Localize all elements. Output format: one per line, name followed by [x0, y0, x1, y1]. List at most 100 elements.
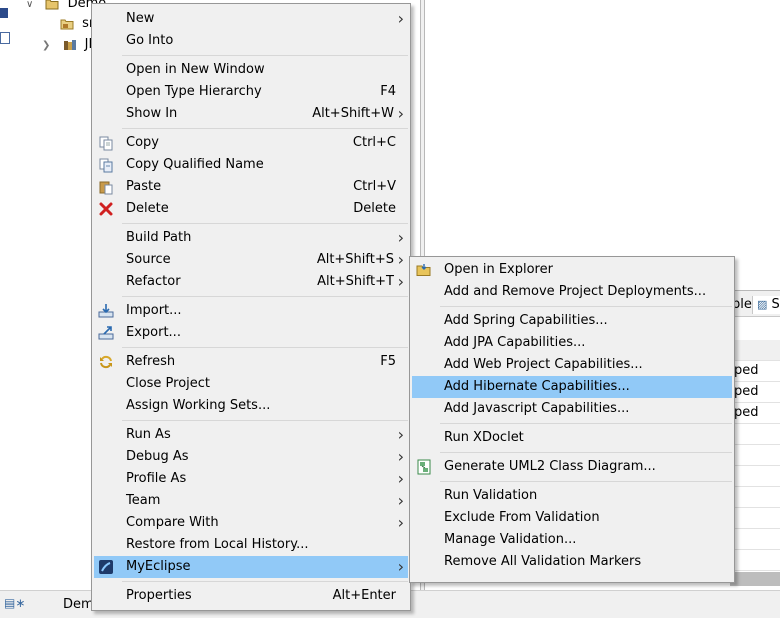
editor-area [424, 0, 780, 291]
table-row[interactable] [730, 424, 780, 445]
menu-item-myeclipse[interactable]: MyEclipse › [94, 556, 408, 578]
menu-item-label: Add JPA Capabilities... [444, 335, 586, 350]
menu-item-shortcut: Delete [353, 201, 396, 216]
menu-item-show-in[interactable]: Show In Alt+Shift+W › [94, 103, 408, 125]
chevron-right-icon: › [397, 228, 404, 247]
menu-item-copy-qualified-name[interactable]: Copy Qualified Name [94, 154, 408, 176]
menu-separator [122, 55, 408, 56]
menu-item-properties[interactable]: Properties Alt+Enter [94, 585, 408, 607]
page-icon[interactable] [0, 32, 10, 44]
menu-item-label: Properties [126, 588, 192, 603]
status-text: Dem [63, 597, 94, 612]
menu-item-label: Add Javascript Capabilities... [444, 401, 630, 416]
tab-s[interactable]: ▨ S [752, 296, 780, 314]
tree-item-jre[interactable]: ❯ JF [42, 37, 96, 54]
status-icon: ▤∗ [4, 596, 26, 610]
menu-item-add-javascript-capabilities[interactable]: Add Javascript Capabilities... [412, 398, 732, 420]
menu-separator [440, 423, 732, 424]
menu-item-assign-working-sets[interactable]: Assign Working Sets... [94, 395, 408, 417]
menu-item-new[interactable]: New › [94, 8, 408, 30]
menu-item-label: Profile As [126, 471, 187, 486]
table-row[interactable] [730, 508, 780, 529]
menu-item-generate-uml2-class-diagram[interactable]: Generate UML2 Class Diagram... [412, 456, 732, 478]
menu-item-shortcut: Alt+Shift+T [317, 274, 394, 289]
menu-item-run-validation[interactable]: Run Validation [412, 485, 732, 507]
table-row[interactable] [730, 550, 780, 571]
horizontal-scrollbar[interactable] [730, 572, 780, 586]
menu-item-add-hibernate-capabilities[interactable]: Add Hibernate Capabilities... [412, 376, 732, 398]
menu-item-label: MyEclipse [126, 559, 191, 574]
copy-qualified-name-icon [98, 157, 114, 173]
menu-separator [122, 420, 408, 421]
menu-item-label: Open in New Window [126, 62, 265, 77]
table-row[interactable] [730, 445, 780, 466]
menu-item-label: Run XDoclet [444, 430, 524, 445]
export-icon [98, 325, 114, 341]
menu-item-label: Add Spring Capabilities... [444, 313, 608, 328]
menu-item-label: Refresh [126, 354, 176, 369]
menu-item-open-in-explorer[interactable]: Open in Explorer [412, 259, 732, 281]
menu-item-exclude-from-validation[interactable]: Exclude From Validation [412, 507, 732, 529]
menu-item-copy[interactable]: Copy Ctrl+C [94, 132, 408, 154]
table-row[interactable] [730, 466, 780, 487]
table-row[interactable]: ped [730, 361, 780, 382]
menu-item-build-path[interactable]: Build Path › [94, 227, 408, 249]
menu-item-close-project[interactable]: Close Project [94, 373, 408, 395]
menu-item-source[interactable]: Source Alt+Shift+S › [94, 249, 408, 271]
chevron-right-icon: › [397, 250, 404, 269]
menu-item-team[interactable]: Team › [94, 490, 408, 512]
menu-item-refactor[interactable]: Refactor Alt+Shift+T › [94, 271, 408, 293]
table-row[interactable] [730, 487, 780, 508]
menu-item-label: Run Validation [444, 488, 538, 503]
tree-item-src[interactable]: sr [60, 16, 94, 32]
menu-item-paste[interactable]: Paste Ctrl+V [94, 176, 408, 198]
menu-item-shortcut: F5 [380, 354, 396, 369]
menu-separator [122, 296, 408, 297]
menu-item-remove-all-validation-markers[interactable]: Remove All Validation Markers [412, 551, 732, 573]
table-row[interactable] [730, 529, 780, 550]
menu-item-add-web-project-capabilities[interactable]: Add Web Project Capabilities... [412, 354, 732, 376]
menu-item-open-in-new-window[interactable]: Open in New Window [94, 59, 408, 81]
menu-item-open-type-hierarchy[interactable]: Open Type Hierarchy F4 [94, 81, 408, 103]
left-toolbar-strip [0, 0, 19, 590]
table-row[interactable]: ped [730, 382, 780, 403]
menu-item-label: Import... [126, 303, 182, 318]
menu-item-restore-from-local-history[interactable]: Restore from Local History... [94, 534, 408, 556]
menu-item-label: Open Type Hierarchy [126, 84, 262, 99]
menu-item-export[interactable]: Export... [94, 322, 408, 344]
menu-item-label: Add Hibernate Capabilities... [444, 379, 630, 394]
chevron-right-icon[interactable]: ❯ [42, 40, 50, 51]
library-icon [63, 39, 76, 50]
menu-item-shortcut: Alt+Shift+S [316, 252, 394, 267]
menu-item-import[interactable]: Import... [94, 300, 408, 322]
menu-item-label: Manage Validation... [444, 532, 577, 547]
menu-item-label: Remove All Validation Markers [444, 554, 642, 569]
menu-separator [440, 452, 732, 453]
menu-item-add-and-remove-project-deployments[interactable]: Add and Remove Project Deployments... [412, 281, 732, 303]
source-folder-icon [60, 19, 74, 29]
menu-item-run-xdoclet[interactable]: Run XDoclet [412, 427, 732, 449]
menu-item-add-jpa-capabilities[interactable]: Add JPA Capabilities... [412, 332, 732, 354]
table-row[interactable] [730, 340, 780, 361]
menu-item-label: Paste [126, 179, 162, 194]
table-row[interactable]: ped [730, 403, 780, 424]
menu-item-label: New [126, 11, 155, 26]
menu-item-go-into[interactable]: Go Into [94, 30, 408, 52]
open-folder-icon [416, 262, 432, 278]
menu-item-compare-with[interactable]: Compare With › [94, 512, 408, 534]
tab-s-label: S [771, 297, 780, 312]
menu-item-label: Close Project [126, 376, 211, 391]
menu-item-debug-as[interactable]: Debug As › [94, 446, 408, 468]
menu-separator [122, 347, 408, 348]
menu-item-label: Open in Explorer [444, 262, 553, 277]
menu-item-profile-as[interactable]: Profile As › [94, 468, 408, 490]
menu-item-delete[interactable]: Delete Delete [94, 198, 408, 220]
chevron-down-icon[interactable]: ∨ [26, 0, 33, 10]
menu-item-label: Show In [126, 106, 178, 121]
view-icon[interactable] [0, 8, 8, 18]
status-table: ped ped ped [730, 340, 780, 571]
menu-item-refresh[interactable]: Refresh F5 [94, 351, 408, 373]
menu-item-run-as[interactable]: Run As › [94, 424, 408, 446]
menu-item-add-spring-capabilities[interactable]: Add Spring Capabilities... [412, 310, 732, 332]
menu-item-manage-validation[interactable]: Manage Validation... [412, 529, 732, 551]
